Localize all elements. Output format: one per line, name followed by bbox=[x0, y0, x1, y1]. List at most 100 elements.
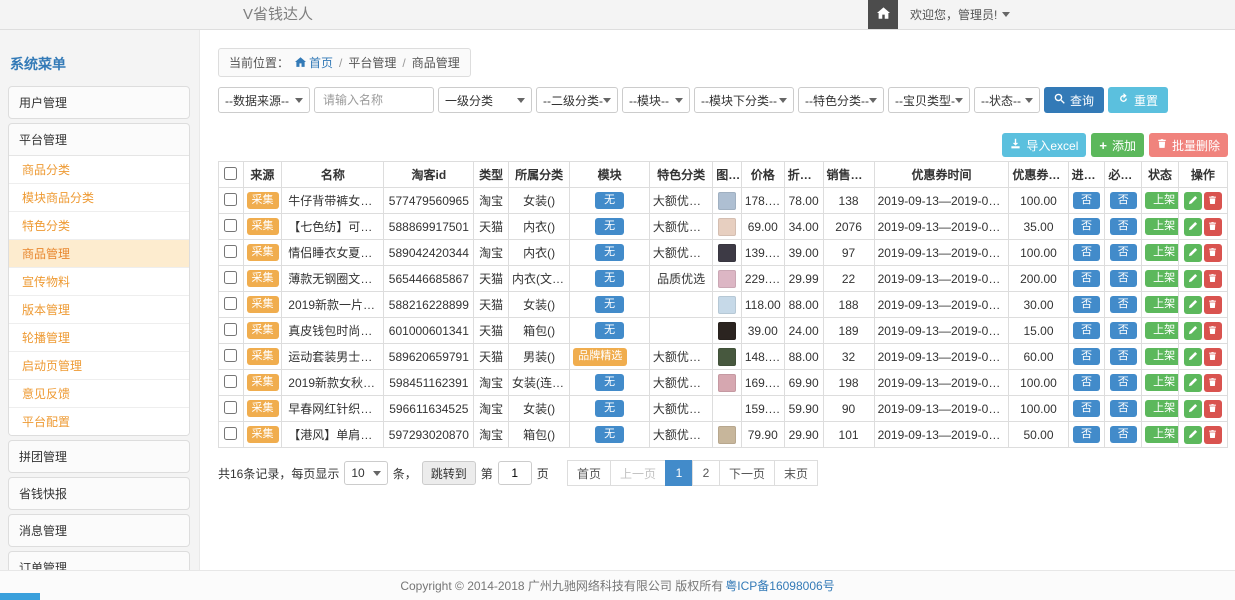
row-checkbox[interactable] bbox=[224, 193, 237, 206]
must-buy-toggle[interactable]: 否 bbox=[1110, 296, 1137, 313]
horizontal-scrollbar-thumb[interactable] bbox=[0, 593, 40, 600]
row-checkbox[interactable] bbox=[224, 323, 237, 336]
import-select-toggle[interactable]: 否 bbox=[1073, 322, 1100, 339]
delete-button[interactable] bbox=[1204, 270, 1222, 288]
row-checkbox[interactable] bbox=[224, 297, 237, 310]
status-button[interactable]: 上架 bbox=[1145, 374, 1178, 391]
import-select-toggle[interactable]: 否 bbox=[1073, 192, 1100, 209]
must-buy-toggle[interactable]: 否 bbox=[1110, 400, 1137, 417]
sidebar-subitem-goods-category[interactable]: 商品分类 bbox=[9, 156, 189, 184]
jump-button[interactable]: 跳转到 bbox=[422, 461, 476, 485]
edit-button[interactable] bbox=[1184, 192, 1202, 210]
sidebar-subitem-module-goods-category[interactable]: 模块商品分类 bbox=[9, 184, 189, 212]
sidebar-subitem-splash-page-management[interactable]: 启动页管理 bbox=[9, 352, 189, 380]
pager-next[interactable]: 下一页 bbox=[719, 460, 775, 486]
must-buy-toggle[interactable]: 否 bbox=[1110, 244, 1137, 261]
must-buy-toggle[interactable]: 否 bbox=[1110, 218, 1137, 235]
sidebar-item-message-management[interactable]: 消息管理 bbox=[9, 515, 189, 546]
import-select-toggle[interactable]: 否 bbox=[1073, 400, 1100, 417]
import-select-toggle[interactable]: 否 bbox=[1073, 426, 1100, 443]
import-select-toggle[interactable]: 否 bbox=[1073, 270, 1100, 287]
delete-button[interactable] bbox=[1204, 322, 1222, 340]
must-buy-toggle[interactable]: 否 bbox=[1110, 270, 1137, 287]
row-checkbox[interactable] bbox=[224, 271, 237, 284]
sidebar-subitem-promo-materials[interactable]: 宣传物料 bbox=[9, 268, 189, 296]
must-buy-toggle[interactable]: 否 bbox=[1110, 348, 1137, 365]
must-buy-toggle[interactable]: 否 bbox=[1110, 374, 1137, 391]
status-button[interactable]: 上架 bbox=[1145, 244, 1178, 261]
row-checkbox[interactable] bbox=[224, 219, 237, 232]
delete-button[interactable] bbox=[1204, 400, 1222, 418]
edit-button[interactable] bbox=[1184, 296, 1202, 314]
sidebar-subitem-feedback[interactable]: 意见反馈 bbox=[9, 380, 189, 408]
sidebar-subitem-version-management[interactable]: 版本管理 bbox=[9, 296, 189, 324]
pager-page-2[interactable]: 2 bbox=[692, 460, 720, 486]
must-buy-toggle[interactable]: 否 bbox=[1110, 192, 1137, 209]
batch-delete-button[interactable]: 批量删除 bbox=[1149, 133, 1228, 157]
edit-button[interactable] bbox=[1184, 270, 1202, 288]
delete-button[interactable] bbox=[1204, 348, 1222, 366]
status-filter-select[interactable]: --状态-- bbox=[974, 87, 1040, 113]
edit-button[interactable] bbox=[1184, 218, 1202, 236]
name-filter-input[interactable] bbox=[314, 87, 434, 113]
status-button[interactable]: 上架 bbox=[1145, 218, 1178, 235]
search-button[interactable]: 查询 bbox=[1044, 87, 1104, 113]
status-button[interactable]: 上架 bbox=[1145, 426, 1178, 443]
pager-first[interactable]: 首页 bbox=[567, 460, 611, 486]
reset-button[interactable]: 重置 bbox=[1108, 87, 1168, 113]
feature-category-filter-select[interactable]: --特色分类-- bbox=[798, 87, 884, 113]
jump-page-input[interactable] bbox=[498, 461, 532, 485]
edit-button[interactable] bbox=[1184, 322, 1202, 340]
row-checkbox[interactable] bbox=[224, 427, 237, 440]
pager-prev[interactable]: 上一页 bbox=[610, 460, 666, 486]
delete-button[interactable] bbox=[1204, 374, 1222, 392]
edit-button[interactable] bbox=[1184, 348, 1202, 366]
home-button[interactable] bbox=[868, 0, 898, 29]
import-select-toggle[interactable]: 否 bbox=[1073, 348, 1100, 365]
delete-button[interactable] bbox=[1204, 192, 1222, 210]
status-button[interactable]: 上架 bbox=[1145, 192, 1178, 209]
status-button[interactable]: 上架 bbox=[1145, 400, 1178, 417]
sidebar-item-group-buy-management[interactable]: 拼团管理 bbox=[9, 441, 189, 472]
item-type-filter-select[interactable]: --宝贝类型-- bbox=[888, 87, 970, 113]
delete-button[interactable] bbox=[1204, 426, 1222, 444]
sidebar-item-platform-management[interactable]: 平台管理 bbox=[9, 124, 189, 155]
sidebar-subitem-goods-management[interactable]: 商品管理 bbox=[9, 240, 189, 268]
sidebar-item-money-saving-news[interactable]: 省钱快报 bbox=[9, 478, 189, 509]
status-button[interactable]: 上架 bbox=[1145, 270, 1178, 287]
import-select-toggle[interactable]: 否 bbox=[1073, 244, 1100, 261]
level2-category-filter-select[interactable]: --二级分类-- bbox=[536, 87, 618, 113]
row-checkbox[interactable] bbox=[224, 349, 237, 362]
import-select-toggle[interactable]: 否 bbox=[1073, 296, 1100, 313]
select-all-checkbox[interactable] bbox=[224, 167, 237, 180]
delete-button[interactable] bbox=[1204, 244, 1222, 262]
row-checkbox[interactable] bbox=[224, 401, 237, 414]
sidebar-subitem-carousel-management[interactable]: 轮播管理 bbox=[9, 324, 189, 352]
sidebar-item-order-management[interactable]: 订单管理 bbox=[9, 552, 189, 570]
delete-button[interactable] bbox=[1204, 296, 1222, 314]
row-checkbox[interactable] bbox=[224, 245, 237, 258]
import-select-toggle[interactable]: 否 bbox=[1073, 374, 1100, 391]
status-button[interactable]: 上架 bbox=[1145, 296, 1178, 313]
edit-button[interactable] bbox=[1184, 400, 1202, 418]
edit-button[interactable] bbox=[1184, 374, 1202, 392]
import-select-toggle[interactable]: 否 bbox=[1073, 218, 1100, 235]
add-button[interactable]: + 添加 bbox=[1091, 133, 1144, 157]
delete-button[interactable] bbox=[1204, 218, 1222, 236]
user-menu[interactable]: 欢迎您，管理员! bbox=[898, 0, 1022, 29]
must-buy-toggle[interactable]: 否 bbox=[1110, 426, 1137, 443]
sidebar-item-user-management[interactable]: 用户管理 bbox=[9, 87, 189, 118]
edit-button[interactable] bbox=[1184, 426, 1202, 444]
sidebar-subitem-feature-category[interactable]: 特色分类 bbox=[9, 212, 189, 240]
pager-last[interactable]: 末页 bbox=[774, 460, 818, 486]
breadcrumb-home-link[interactable]: 首页 bbox=[295, 54, 333, 71]
module-sub-category-filter-select[interactable]: --模块下分类-- bbox=[694, 87, 794, 113]
row-checkbox[interactable] bbox=[224, 375, 237, 388]
status-button[interactable]: 上架 bbox=[1145, 348, 1178, 365]
per-page-select[interactable]: 10 bbox=[344, 461, 387, 485]
status-button[interactable]: 上架 bbox=[1145, 322, 1178, 339]
edit-button[interactable] bbox=[1184, 244, 1202, 262]
module-filter-select[interactable]: --模块-- bbox=[622, 87, 690, 113]
level1-category-filter-select[interactable]: 一级分类 bbox=[438, 87, 532, 113]
must-buy-toggle[interactable]: 否 bbox=[1110, 322, 1137, 339]
